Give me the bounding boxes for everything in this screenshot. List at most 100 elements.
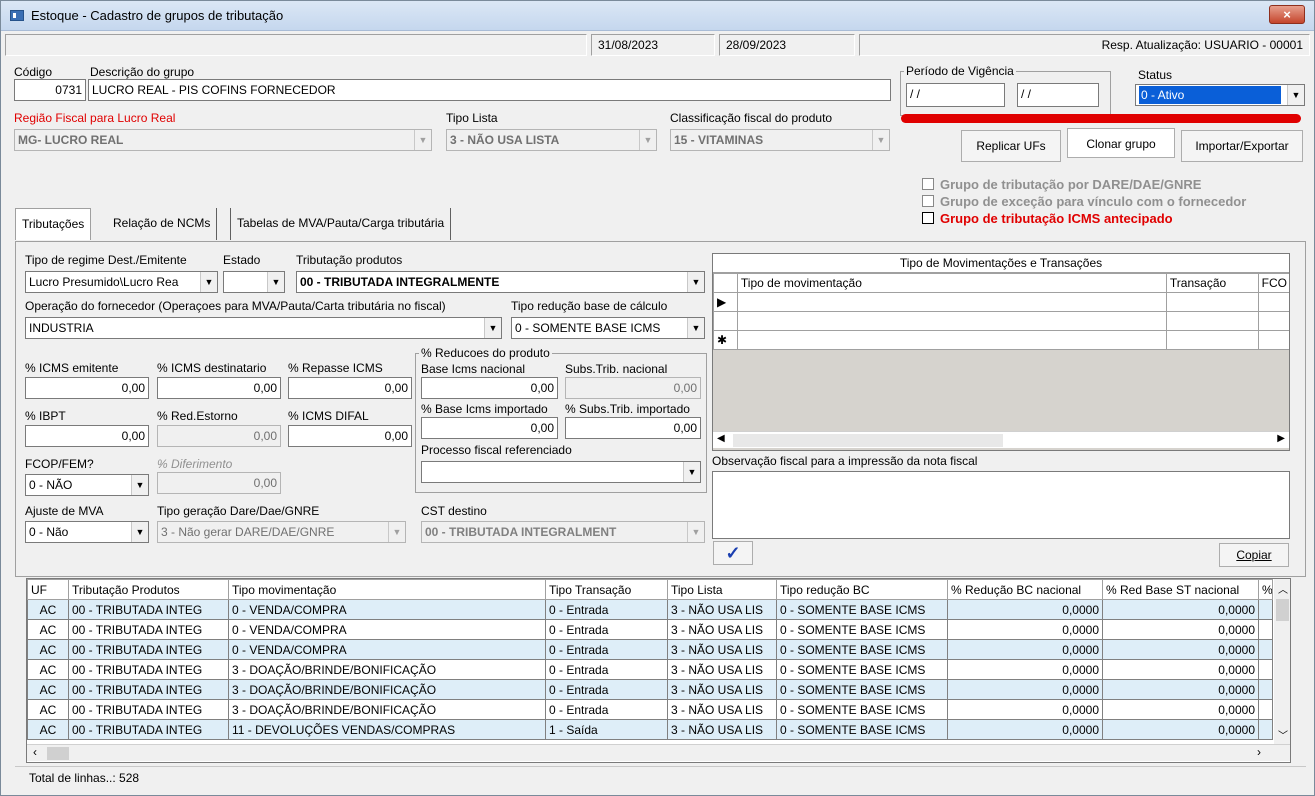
table-row[interactable]: AC 00 - TRIBUTADA INTEG 0 - VENDA/COMPRA 0 … (27, 599, 1273, 620)
scroll-down-icon[interactable]: ﹀ (1278, 727, 1288, 742)
table-cell[interactable]: 00 - TRIBUTADA INTEG (68, 619, 229, 640)
periodo-fim-input[interactable]: / / (1017, 83, 1099, 107)
table-cell[interactable]: 3 - DOAÇÃO/BRINDE/BONIFICAÇÃO (228, 679, 546, 700)
regras-col-header[interactable]: Tipo Transação (545, 579, 668, 600)
close-button[interactable]: × (1269, 5, 1305, 24)
mov-horizontal-scrollbar[interactable]: ◀ ▶ (713, 431, 1289, 448)
table-cell[interactable]: AC (27, 679, 69, 700)
table-cell[interactable]: 0,0000 (1102, 699, 1259, 720)
tab-tributacoes[interactable]: Tributações (15, 208, 92, 240)
table-cell[interactable]: 0,0000 (947, 659, 1103, 680)
mov-cell[interactable] (1257, 311, 1289, 331)
chevron-down-icon[interactable]: ▼ (200, 272, 217, 292)
movimentacoes-grid[interactable]: Tipo de Movimentações e Transações Tipo … (712, 253, 1290, 451)
regras-col-header[interactable]: UF (27, 579, 69, 600)
check-excecao[interactable]: Grupo de exceção para vínculo com o forn… (922, 194, 1246, 209)
chevron-down-icon[interactable]: ▼ (414, 130, 431, 150)
mov-cell[interactable] (1165, 330, 1259, 350)
mov-cell[interactable] (1165, 292, 1259, 312)
chevron-down-icon[interactable]: ▼ (388, 522, 405, 542)
chevron-down-icon[interactable]: ▼ (683, 462, 700, 482)
table-cell[interactable]: 3 - DOAÇÃO/BRINDE/BONIFICAÇÃO (228, 699, 546, 720)
table-cell[interactable]: 3 - NÃO USA LIS (667, 679, 777, 700)
table-cell[interactable]: AC (27, 599, 69, 620)
regras-col-header[interactable]: Tributação Produtos (68, 579, 229, 600)
tab-relacao-ncms[interactable]: Relação de NCMs (107, 208, 218, 240)
table-cell[interactable]: AC (27, 719, 69, 740)
regras-col-header[interactable]: Tipo Lista (667, 579, 777, 600)
table-cell[interactable]: 0 - SOMENTE BASE ICMS (776, 679, 948, 700)
table-cell[interactable] (1258, 699, 1273, 720)
processo-select[interactable]: ▼ (421, 461, 701, 483)
table-cell[interactable]: 0,0000 (1102, 639, 1259, 660)
col-fco[interactable]: FCO (1257, 273, 1289, 293)
table-cell[interactable]: 0 - Entrada (545, 679, 668, 700)
reducao-select[interactable]: 0 - SOMENTE BASE ICMS ▼ (511, 317, 705, 339)
operacao-select[interactable]: INDUSTRIA ▼ (25, 317, 502, 339)
chevron-down-icon[interactable]: ▼ (267, 272, 284, 292)
scroll-thumb[interactable] (47, 747, 69, 760)
table-cell[interactable]: 3 - DOAÇÃO/BRINDE/BONIFICAÇÃO (228, 659, 546, 680)
table-cell[interactable]: 0 - Entrada (545, 639, 668, 660)
replicar-ufs-button[interactable]: Replicar UFs (961, 130, 1061, 162)
chevron-down-icon[interactable]: ▼ (687, 522, 704, 542)
table-cell[interactable]: AC (27, 619, 69, 640)
table-cell[interactable] (1258, 639, 1273, 660)
table-cell[interactable]: 00 - TRIBUTADA INTEG (68, 659, 229, 680)
icms-emitente-input[interactable]: 0,00 (25, 377, 149, 399)
table-row[interactable]: AC 00 - TRIBUTADA INTEG 3 - DOAÇÃO/BRINDE/… (27, 699, 1273, 720)
scroll-right-icon[interactable]: ▶ (1277, 433, 1285, 444)
table-cell[interactable]: 0,0000 (1102, 659, 1259, 680)
diferimento-input[interactable]: 0,00 (157, 472, 281, 494)
classificacao-select[interactable]: 15 - VITAMINAS ▼ (670, 129, 890, 151)
table-cell[interactable]: 0,0000 (947, 679, 1103, 700)
table-cell[interactable]: 0,0000 (1102, 599, 1259, 620)
regiao-select[interactable]: MG- LUCRO REAL ▼ (14, 129, 432, 151)
table-cell[interactable]: 1 - Saída (545, 719, 668, 740)
table-cell[interactable]: 00 - TRIBUTADA INTEG (68, 599, 229, 620)
table-cell[interactable] (1258, 719, 1273, 740)
table-cell[interactable]: 0 - Entrada (545, 619, 668, 640)
table-cell[interactable]: 0,0000 (947, 699, 1103, 720)
subs-importado-input[interactable]: 0,00 (565, 417, 701, 439)
scroll-left-icon[interactable]: ◀ (717, 433, 725, 444)
chevron-down-icon[interactable]: ▼ (131, 522, 148, 542)
table-cell[interactable]: 0 - Entrada (545, 599, 668, 620)
mov-cell[interactable] (736, 311, 1167, 331)
ibpt-input[interactable]: 0,00 (25, 425, 149, 447)
chevron-down-icon[interactable]: ▼ (1287, 85, 1304, 105)
tipo-lista-select[interactable]: 3 - NÃO USA LISTA ▼ (446, 129, 657, 151)
table-cell[interactable]: AC (27, 699, 69, 720)
chevron-down-icon[interactable]: ▼ (687, 318, 704, 338)
table-cell[interactable]: 00 - TRIBUTADA INTEG (68, 679, 229, 700)
trib-produtos-select[interactable]: 00 - TRIBUTADA INTEGRALMENTE ▼ (296, 271, 705, 293)
table-cell[interactable]: 0,0000 (1102, 719, 1259, 740)
status-select[interactable]: 0 - Ativo ▼ (1135, 84, 1305, 106)
scroll-left-icon[interactable]: ‹ (33, 745, 37, 759)
check-icms-antecipado[interactable]: Grupo de tributação ICMS antecipado (922, 211, 1173, 226)
row-current-marker[interactable]: ▶ (713, 292, 738, 312)
chevron-down-icon[interactable]: ▼ (131, 475, 148, 495)
chevron-down-icon[interactable]: ▼ (872, 130, 889, 150)
tab-tabelas-mva[interactable]: Tabelas de MVA/Pauta/Carga tributária (230, 208, 452, 240)
table-cell[interactable]: 11 - DEVOLUÇÕES VENDAS/COMPRAS (228, 719, 546, 740)
table-cell[interactable]: AC (27, 639, 69, 660)
check-dare[interactable]: Grupo de tributação por DARE/DAE/GNRE (922, 177, 1201, 192)
table-cell[interactable] (1258, 679, 1273, 700)
table-cell[interactable]: 0 - SOMENTE BASE ICMS (776, 659, 948, 680)
table-cell[interactable]: 3 - NÃO USA LIS (667, 719, 777, 740)
table-cell[interactable]: 0 - VENDA/COMPRA (228, 599, 546, 620)
icms-difal-input[interactable]: 0,00 (288, 425, 412, 447)
mov-cell[interactable] (736, 330, 1167, 350)
regras-col-header[interactable]: % Red Base ST nacional (1102, 579, 1259, 600)
table-cell[interactable]: 0 - SOMENTE BASE ICMS (776, 719, 948, 740)
table-cell[interactable]: 3 - NÃO USA LIS (667, 699, 777, 720)
mov-cell[interactable] (1257, 292, 1289, 312)
mov-cell[interactable] (736, 292, 1167, 312)
chevron-down-icon[interactable]: ▼ (484, 318, 501, 338)
scroll-up-icon[interactable]: ︿ (1278, 581, 1288, 596)
table-cell[interactable]: 3 - NÃO USA LIS (667, 619, 777, 640)
mov-cell[interactable] (1257, 330, 1289, 350)
codigo-input[interactable]: 0731 (14, 79, 86, 101)
regras-horizontal-scrollbar[interactable]: ‹ › (27, 744, 1290, 761)
